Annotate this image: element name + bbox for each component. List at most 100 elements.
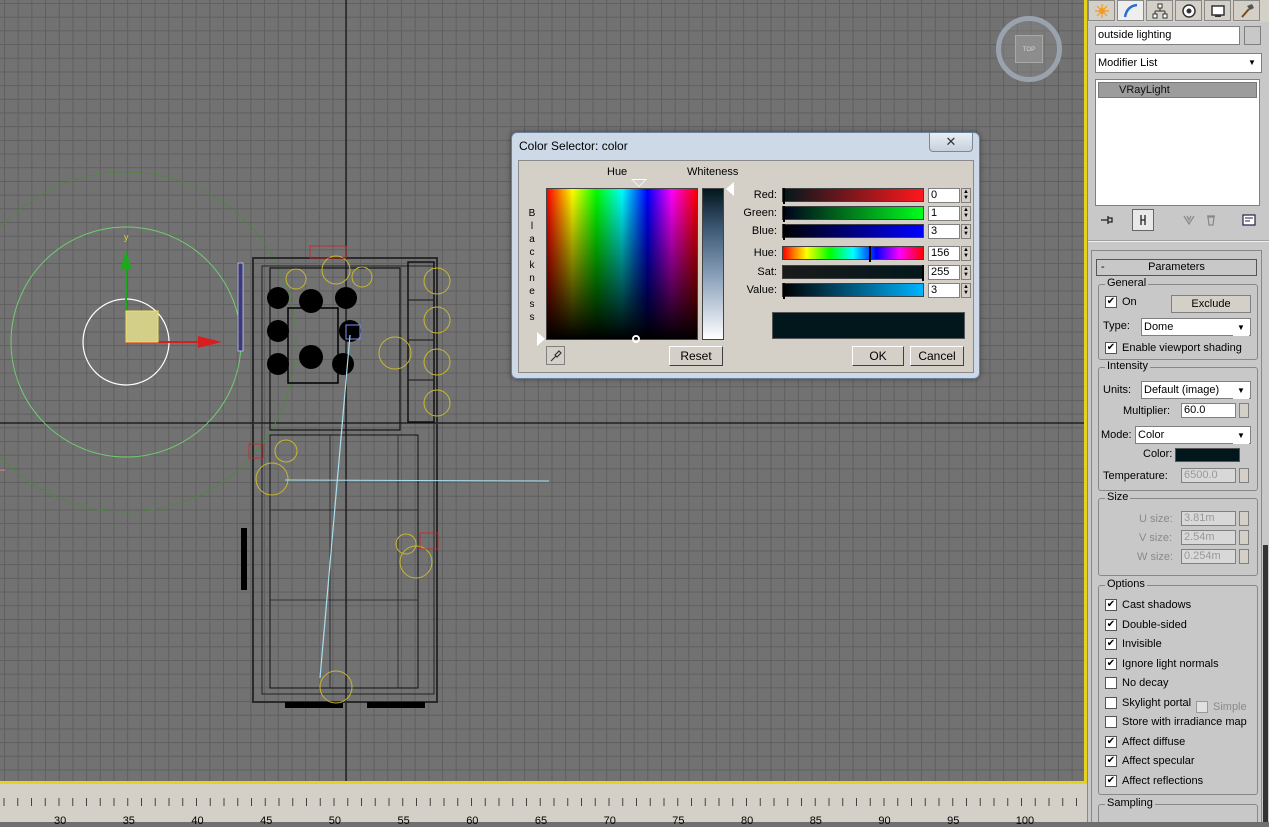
temperature-spinner[interactable] bbox=[1239, 468, 1249, 483]
u-size-input[interactable]: 3.81m bbox=[1181, 511, 1236, 526]
modifier-list-dropdown[interactable]: Modifier List ▼ bbox=[1095, 53, 1262, 73]
tab-motion[interactable] bbox=[1175, 0, 1202, 21]
ruler-label: 50 bbox=[328, 815, 342, 827]
object-color-swatch[interactable] bbox=[1244, 26, 1261, 45]
value-input[interactable]: 3 bbox=[928, 283, 960, 298]
whiteness-bar[interactable] bbox=[702, 188, 724, 340]
blackness-label: B l a c k n e s s bbox=[528, 208, 536, 323]
option-checkbox[interactable]: ✔ bbox=[1105, 755, 1117, 767]
v-size-input[interactable]: 2.54m bbox=[1181, 530, 1236, 545]
ok-button[interactable]: OK bbox=[852, 346, 904, 366]
option-checkbox[interactable]: ✔ bbox=[1105, 618, 1117, 631]
green-knob[interactable] bbox=[783, 206, 785, 222]
pin-stack-button[interactable] bbox=[1096, 209, 1118, 231]
option-checkbox[interactable] bbox=[1105, 716, 1117, 728]
hue-knob[interactable] bbox=[869, 246, 871, 262]
blue-slider[interactable] bbox=[782, 224, 924, 240]
option-checkbox[interactable]: ✔ bbox=[1105, 599, 1117, 611]
blackness-pointer-icon[interactable] bbox=[537, 332, 545, 346]
sat-input[interactable]: 255 bbox=[928, 265, 960, 280]
units-dropdown[interactable]: Default (image) ▼ bbox=[1141, 381, 1251, 399]
pin-icon bbox=[1101, 216, 1113, 224]
chevron-down-icon: ▼ bbox=[1233, 383, 1249, 399]
w-size-input[interactable]: 0.254m bbox=[1181, 549, 1236, 564]
color-target-icon[interactable] bbox=[632, 335, 640, 343]
blue-knob[interactable] bbox=[783, 224, 785, 240]
red-spinner[interactable]: ▲ ▼ bbox=[961, 188, 971, 203]
hue-input[interactable]: 156 bbox=[928, 246, 960, 261]
type-dropdown[interactable]: Dome ▼ bbox=[1141, 318, 1251, 336]
configure-modifier-sets-button[interactable] bbox=[1238, 209, 1260, 231]
tab-utilities[interactable] bbox=[1233, 0, 1260, 21]
blue-input[interactable]: 3 bbox=[928, 224, 960, 239]
ruler-label: 85 bbox=[809, 815, 822, 827]
option-checkbox[interactable] bbox=[1105, 696, 1117, 709]
option-checkbox[interactable]: ✔ bbox=[1105, 774, 1117, 787]
cancel-button[interactable]: Cancel bbox=[910, 346, 964, 366]
sat-slider[interactable] bbox=[782, 265, 924, 281]
close-button[interactable]: ✕ bbox=[929, 133, 973, 152]
green-slider[interactable] bbox=[782, 206, 924, 222]
ruler-label: 95 bbox=[947, 815, 960, 827]
green-input[interactable]: 1 bbox=[928, 206, 960, 221]
value-knob[interactable] bbox=[783, 283, 785, 299]
remove-modifier-button[interactable] bbox=[1200, 209, 1222, 231]
ruler-label: 45 bbox=[260, 815, 273, 827]
dialog-title: Color Selector: color bbox=[519, 139, 628, 153]
panel-scrollbar[interactable] bbox=[1263, 545, 1268, 822]
tab-create[interactable] bbox=[1088, 0, 1115, 21]
tab-hierarchy[interactable] bbox=[1146, 0, 1173, 21]
on-checkbox[interactable]: ✔ bbox=[1105, 296, 1117, 308]
on-label: On bbox=[1122, 296, 1137, 308]
whiteness-label: Whiteness bbox=[687, 166, 739, 178]
tab-display[interactable] bbox=[1204, 0, 1231, 21]
show-end-result-button[interactable] bbox=[1132, 209, 1154, 231]
simple-checkbox[interactable] bbox=[1196, 701, 1208, 713]
value-spinner[interactable]: ▲ ▼ bbox=[961, 283, 971, 298]
hue-spinner[interactable]: ▲ ▼ bbox=[961, 246, 971, 261]
sat-knob[interactable] bbox=[922, 265, 924, 281]
type-value: Dome bbox=[1144, 321, 1174, 333]
sat-spinner[interactable]: ▲ ▼ bbox=[961, 265, 971, 280]
u-size-spinner[interactable] bbox=[1239, 511, 1249, 526]
mode-value: Color bbox=[1138, 429, 1165, 441]
modifier-stack[interactable]: VRayLight bbox=[1095, 79, 1260, 206]
viewcube-top-face[interactable]: TOP bbox=[1015, 35, 1043, 63]
w-size-spinner[interactable] bbox=[1239, 549, 1249, 564]
temperature-input[interactable]: 6500.0 bbox=[1181, 468, 1236, 483]
exclude-button[interactable]: Exclude bbox=[1171, 295, 1251, 313]
hue-slider[interactable] bbox=[782, 246, 924, 262]
blue-spinner[interactable]: ▲ ▼ bbox=[961, 224, 971, 239]
tab-modify[interactable] bbox=[1117, 0, 1144, 21]
stack-item-vraylight[interactable]: VRayLight bbox=[1098, 82, 1257, 98]
viewport-shading-checkbox[interactable]: ✔ bbox=[1105, 342, 1117, 354]
value-slider[interactable] bbox=[782, 283, 924, 299]
eyedropper-button[interactable] bbox=[546, 346, 565, 365]
option-checkbox[interactable]: ✔ bbox=[1105, 735, 1117, 748]
multiplier-input[interactable]: 60.0 bbox=[1181, 403, 1236, 418]
ruler-label: 100 bbox=[1015, 815, 1035, 827]
sat-slider-row: Sat: 255 ▲ ▼ bbox=[727, 265, 973, 282]
viewport-shading-label: Enable viewport shading bbox=[1122, 342, 1242, 354]
option-checkbox[interactable]: ✔ bbox=[1105, 657, 1117, 670]
red-input[interactable]: 0 bbox=[928, 188, 960, 203]
green-spinner[interactable]: ▲ ▼ bbox=[961, 206, 971, 221]
red-knob[interactable] bbox=[783, 188, 785, 204]
mode-dropdown[interactable]: Color ▼ bbox=[1135, 426, 1251, 444]
option-checkbox[interactable]: ✔ bbox=[1105, 638, 1117, 650]
option-label: No decay bbox=[1122, 677, 1169, 689]
top-viewport[interactable]: y TOP bbox=[0, 0, 1084, 781]
option-checkbox[interactable] bbox=[1105, 677, 1117, 689]
reset-button[interactable]: Reset bbox=[669, 346, 723, 366]
object-name-input[interactable]: outside lighting bbox=[1095, 26, 1240, 45]
v-size-spinner[interactable] bbox=[1239, 530, 1249, 545]
parameters-rollout-header[interactable]: - Parameters bbox=[1096, 259, 1257, 276]
red-slider[interactable] bbox=[782, 188, 924, 204]
hue-blackness-picker[interactable] bbox=[546, 188, 698, 340]
viewcube[interactable]: TOP bbox=[996, 16, 1062, 82]
size-group: Size U size: 3.81m V size: 2.54m W size:… bbox=[1098, 491, 1258, 576]
multiplier-spinner[interactable] bbox=[1239, 403, 1249, 418]
make-unique-button[interactable] bbox=[1178, 209, 1200, 231]
light-color-swatch[interactable] bbox=[1175, 448, 1240, 462]
option-label: Double-sided bbox=[1122, 618, 1187, 631]
